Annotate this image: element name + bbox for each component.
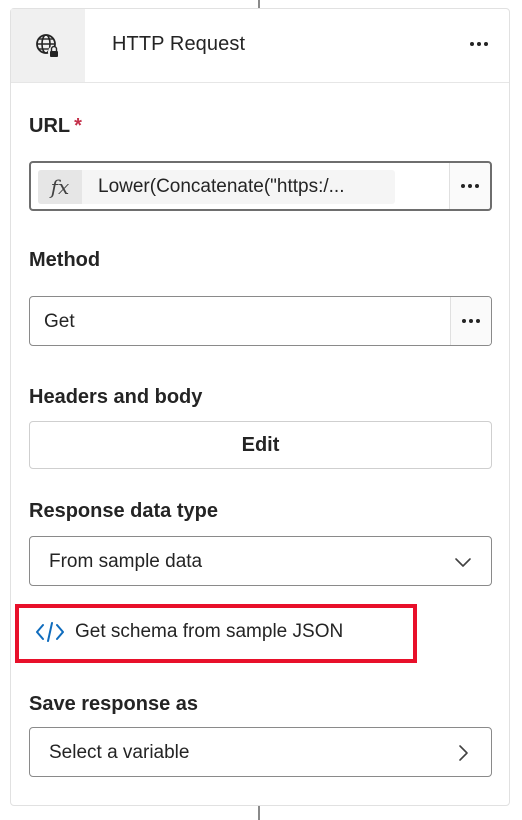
url-more-button[interactable] [449,163,490,209]
url-label: URL * [29,115,82,138]
node-header: HTTP Request [11,9,509,83]
canvas: HTTP Request URL * fx Lower(Concatenate("… [0,0,522,820]
more-horizontal-icon [462,319,480,323]
flow-connector-top [258,0,260,8]
more-horizontal-icon [461,184,479,188]
save-response-placeholder: Select a variable [49,742,190,763]
node-icon-box [11,9,85,82]
fx-icon: fx [38,170,82,204]
url-label-text: URL [29,115,71,137]
chevron-down-icon [455,558,471,567]
chevron-right-icon [459,745,468,761]
headers-body-label: Headers and body [29,386,203,408]
method-value: Get [44,311,75,332]
code-icon [36,622,64,642]
required-indicator: * [74,115,82,137]
get-schema-link[interactable]: Get schema from sample JSON [35,620,343,644]
save-response-variable-picker[interactable]: Select a variable [29,727,492,777]
schema-link-highlight: Get schema from sample JSON [15,604,417,663]
edit-headers-body-button[interactable]: Edit [29,421,492,469]
node-title: HTTP Request [112,33,246,55]
url-formula-chip[interactable]: fx Lower(Concatenate("https:/... [38,170,395,204]
save-response-label: Save response as [29,693,198,715]
response-type-selected: From sample data [49,551,203,572]
globe-lock-icon [36,33,60,58]
node-more-button[interactable] [461,29,497,59]
http-request-node-card: HTTP Request URL * fx Lower(Concatenate("… [10,8,510,806]
method-label: Method [29,249,101,271]
response-type-dropdown[interactable]: From sample data [29,536,492,586]
method-more-button[interactable] [450,297,491,345]
response-type-label: Response data type [29,500,218,522]
url-formula-text: Lower(Concatenate("https:/... [98,176,345,197]
url-input[interactable]: fx Lower(Concatenate("https:/... [29,161,492,211]
method-input[interactable]: Get [29,296,492,346]
flow-connector-bottom [258,806,260,820]
get-schema-link-text: Get schema from sample JSON [75,621,344,642]
more-horizontal-icon [470,42,488,46]
